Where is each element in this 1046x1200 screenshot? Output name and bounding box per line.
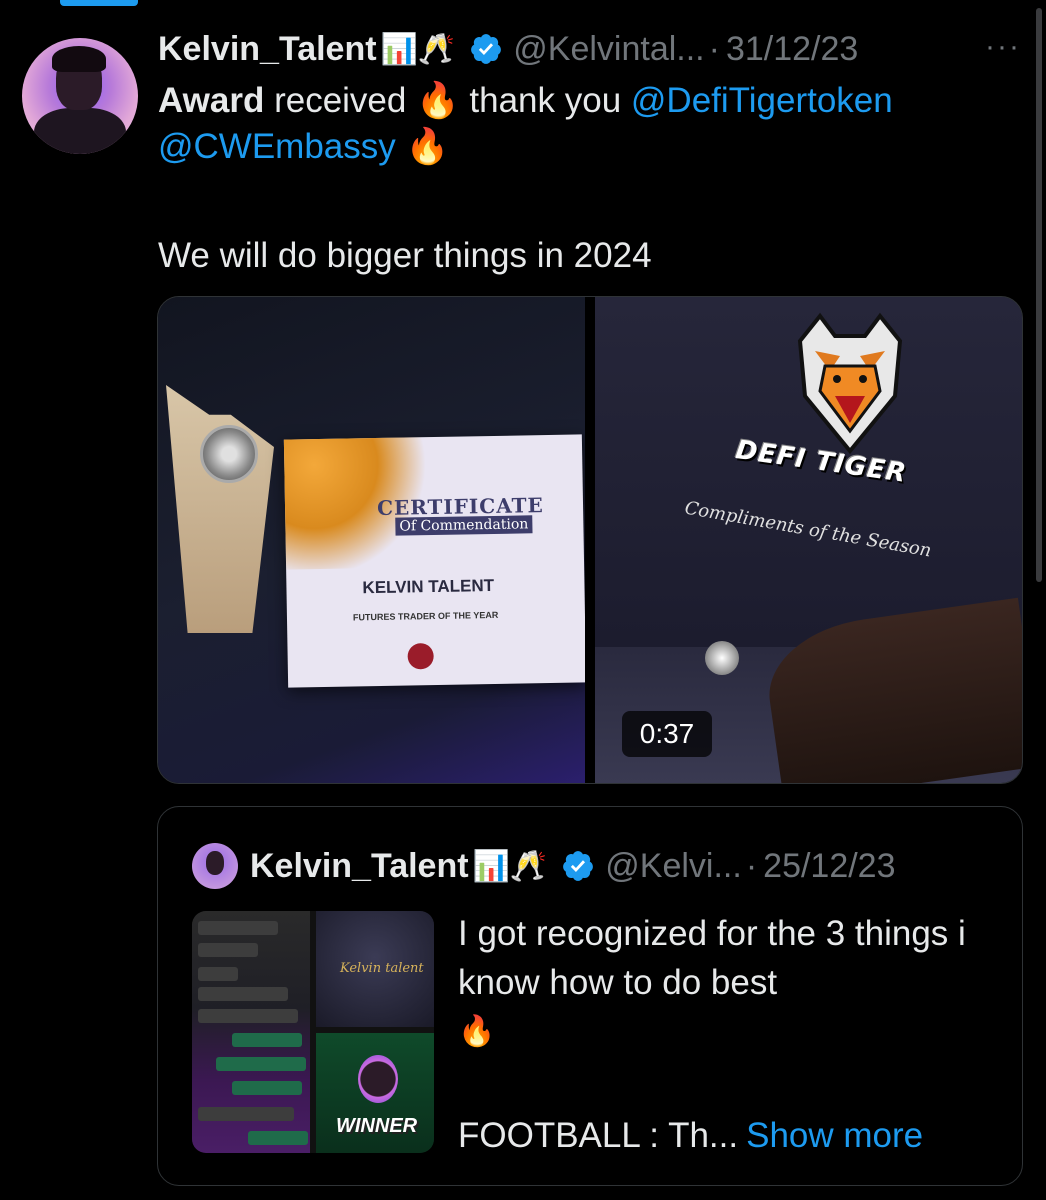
quoted-avatar[interactable] bbox=[192, 843, 238, 889]
winner-avatar bbox=[358, 1055, 398, 1103]
cert-name: KELVIN TALENT bbox=[362, 575, 495, 598]
quoted-separator-dot: · bbox=[745, 846, 758, 885]
chat-bar bbox=[232, 1033, 302, 1047]
verified-badge-icon bbox=[469, 32, 503, 66]
chat-bar bbox=[198, 943, 258, 957]
winner-card-thumbnail: WINNER bbox=[316, 1033, 434, 1153]
winner-text: WINNER bbox=[336, 1115, 418, 1137]
quoted-tweet[interactable]: Kelvin_Talent 📊🥂 @Kelvi... · 25/12/23 Ke… bbox=[157, 806, 1023, 1186]
trophy-image bbox=[166, 385, 274, 633]
chat-bar bbox=[248, 1131, 308, 1145]
gloss-reflection bbox=[705, 641, 739, 675]
quoted-header: Kelvin_Talent 📊🥂 @Kelvi... · 25/12/23 bbox=[250, 845, 896, 887]
quoted-text-last: FOOTBALL : Th... Show more bbox=[458, 1111, 923, 1160]
thank-you-card-text: Kelvin talent bbox=[340, 961, 424, 976]
quoted-media-thumbnail[interactable]: Kelvin talent WINNER bbox=[192, 911, 434, 1153]
tweet-header: Kelvin_Talent 📊🥂 @Kelvintal... · 31/12/2… bbox=[158, 28, 858, 70]
quoted-date[interactable]: 25/12/23 bbox=[763, 847, 895, 886]
chat-bar bbox=[198, 1107, 294, 1121]
quoted-text-preview: FOOTBALL : Th... bbox=[458, 1116, 739, 1155]
avatar[interactable] bbox=[22, 38, 138, 154]
thank-you-card-thumbnail: Kelvin talent bbox=[316, 911, 434, 1027]
chat-screenshot-thumbnail bbox=[192, 911, 310, 1153]
cert-subtitle: Of Commendation bbox=[395, 515, 533, 536]
quoted-text: I got recognized for the 3 things i know… bbox=[458, 909, 998, 1155]
chat-bar bbox=[198, 967, 238, 981]
chat-bar bbox=[216, 1057, 306, 1071]
tweet-date[interactable]: 31/12/23 bbox=[726, 30, 858, 69]
tab-indicator bbox=[60, 0, 138, 6]
author-name[interactable]: Kelvin_Talent bbox=[158, 30, 377, 69]
scrollbar-thumb[interactable] bbox=[1036, 8, 1042, 582]
quoted-author-emojis: 📊🥂 bbox=[472, 849, 548, 883]
tiger-logo-icon bbox=[797, 312, 903, 455]
author-handle[interactable]: @Kelvintal... bbox=[513, 30, 704, 69]
quoted-author-name[interactable]: Kelvin_Talent bbox=[250, 847, 469, 886]
quoted-verified-badge-icon bbox=[561, 849, 595, 883]
certificate-image: CERTIFICATE Of Commendation KELVIN TALEN… bbox=[283, 434, 587, 688]
cert-seal bbox=[407, 643, 434, 670]
chat-bar bbox=[198, 1009, 298, 1023]
video-duration-badge: 0:37 bbox=[622, 711, 712, 757]
mention-defitigertoken[interactable]: @DefiTigertoken bbox=[631, 81, 893, 120]
more-options-icon[interactable]: ··· bbox=[985, 30, 1021, 64]
author-emojis: 📊🥂 bbox=[380, 32, 456, 66]
separator-dot: · bbox=[708, 29, 720, 68]
chat-bar bbox=[198, 921, 278, 935]
tweet-text: Award received 🔥 thank you @DefiTigertok… bbox=[158, 78, 1018, 275]
scrollbar[interactable] bbox=[1034, 0, 1042, 590]
trophy-seal bbox=[200, 425, 258, 483]
quoted-text-line1: I got recognized for the 3 things i know… bbox=[458, 914, 966, 1002]
tweet-text-bold: Award bbox=[158, 81, 265, 120]
show-more-link[interactable]: Show more bbox=[746, 1116, 923, 1155]
mention-cwembassy[interactable]: @CWEmbassy bbox=[158, 127, 396, 166]
tweet-text-part1: received 🔥 thank you bbox=[264, 81, 631, 120]
tweet-text-part2: 🔥 bbox=[395, 127, 450, 166]
chat-bar bbox=[232, 1081, 302, 1095]
tweet-text-line2: We will do bigger things in 2024 bbox=[158, 236, 652, 275]
cert-award: FUTURES TRADER OF THE YEAR bbox=[352, 609, 499, 623]
media-photo-award[interactable]: CERTIFICATE Of Commendation KELVIN TALEN… bbox=[158, 297, 587, 783]
quoted-text-fire: 🔥 bbox=[458, 1015, 496, 1048]
quoted-handle[interactable]: @Kelvi... bbox=[605, 847, 742, 886]
chat-bar bbox=[198, 987, 288, 1001]
tweet-media[interactable]: CERTIFICATE Of Commendation KELVIN TALEN… bbox=[157, 296, 1023, 784]
